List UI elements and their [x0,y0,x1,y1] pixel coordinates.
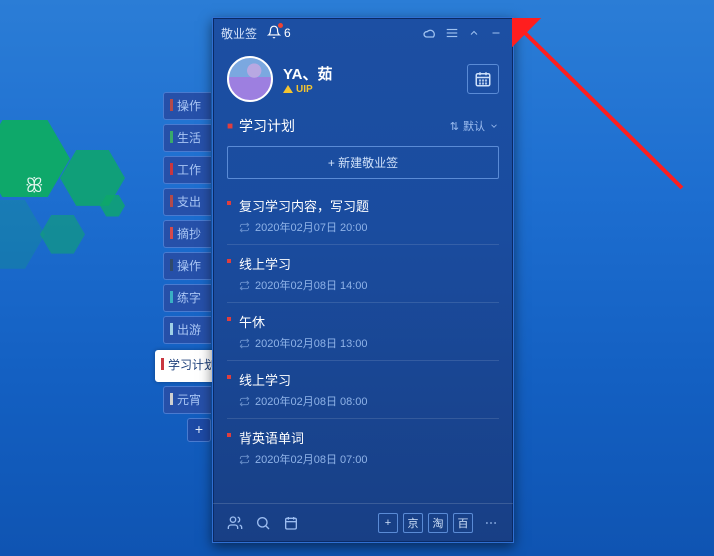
category-tab[interactable]: 摘抄 [163,220,211,248]
category-tab[interactable]: 出游 [163,316,211,344]
sort-selector[interactable]: ⇅ 默认 [450,118,499,134]
category-tab-label: 工作 [177,163,201,177]
category-tab-label: 操作 [177,99,201,113]
bottom-box-jd[interactable]: 京 [403,513,423,533]
contacts-button[interactable] [225,513,245,533]
bottom-box-bd[interactable]: 百 [453,513,473,533]
app-window: 敬业签 6 YA、茹 UIP ■ [212,17,514,543]
task-title: 线上学习 [239,254,499,273]
category-tab-label: 练字 [177,291,201,305]
more-icon[interactable] [481,513,501,533]
category-tab[interactable]: 工作 [163,156,211,184]
butterfly-icon: ꕥ [25,175,49,195]
task-title: 背英语单词 [239,428,499,447]
add-category-button[interactable]: + [187,418,211,442]
task-time: 2020年02月08日 07:00 [255,451,368,467]
repeat-icon [239,396,250,407]
category-header: ■ 学习计划 ⇅ 默认 [213,106,513,142]
task-item[interactable]: 复习学习内容，写习题 2020年02月07日 20:00 [227,187,499,245]
repeat-icon [239,454,250,465]
repeat-icon [239,338,250,349]
bottom-bar: + 京 淘 百 [213,503,513,542]
title-bar[interactable]: 敬业签 6 [213,18,513,48]
category-tab[interactable]: 支出 [163,188,211,216]
task-item[interactable]: 午休 2020年02月08日 13:00 [227,303,499,361]
task-title: 午休 [239,312,499,331]
task-title: 复习学习内容，写习题 [239,196,499,215]
notification-count: 6 [284,26,291,40]
vip-badge: UIP [283,84,467,95]
category-tabs: 操作 生活 工作 支出 摘抄 操作 练字 出游 [163,92,211,348]
task-item[interactable]: 线上学习 2020年02月08日 08:00 [227,361,499,419]
cloud-sync-icon[interactable] [421,24,439,42]
task-item[interactable]: 线上学习 2020年02月08日 14:00 [227,245,499,303]
bottom-box-add[interactable]: + [378,513,398,533]
task-time: 2020年02月08日 08:00 [255,393,368,409]
minimize-icon[interactable] [487,24,505,42]
bell-icon [267,25,281,42]
category-tab-label: 摘抄 [177,227,201,241]
repeat-icon [239,280,250,291]
category-bullet-icon: ■ [227,121,233,132]
category-tab-active[interactable]: 学习计划 [155,350,220,382]
avatar[interactable] [227,56,273,102]
category-name: 学习计划 [239,116,295,136]
task-title: 线上学习 [239,370,499,389]
category-tab[interactable]: 操作 [163,252,211,280]
category-tab[interactable]: 操作 [163,92,211,120]
bottom-box-tb[interactable]: 淘 [428,513,448,533]
category-tab-label: 出游 [177,323,201,337]
calendar-button[interactable] [467,64,499,94]
collapse-icon[interactable] [465,24,483,42]
repeat-icon [239,222,250,233]
category-tab-label: 操作 [177,259,201,273]
app-title: 敬业签 [221,25,257,42]
chevron-down-icon [489,121,499,131]
sort-label: 默认 [463,118,485,134]
category-tab[interactable]: 练字 [163,284,211,312]
menu-icon[interactable] [443,24,461,42]
user-name: YA、茹 [283,63,467,84]
category-tab-label: 元宵 [177,393,201,407]
task-time: 2020年02月07日 20:00 [255,219,368,235]
category-tab[interactable]: 元宵 [163,386,211,414]
category-tab-label: 生活 [177,131,201,145]
annotation-arrow [512,18,702,218]
category-tab[interactable]: 生活 [163,124,211,152]
search-button[interactable] [253,513,273,533]
new-note-button[interactable]: + 新建敬业签 [227,146,499,179]
sort-arrows-icon: ⇅ [450,120,459,133]
task-list: 复习学习内容，写习题 2020年02月07日 20:00 线上学习 2020年0… [213,187,513,503]
notification-button[interactable]: 6 [267,25,291,42]
task-time: 2020年02月08日 14:00 [255,277,368,293]
category-tab-label: 支出 [177,195,201,209]
user-row: YA、茹 UIP [213,48,513,106]
category-tab-label: 学习计划 [168,358,216,372]
history-button[interactable] [281,513,301,533]
task-item[interactable]: 背英语单词 2020年02月08日 07:00 [227,419,499,476]
task-time: 2020年02月08日 13:00 [255,335,368,351]
